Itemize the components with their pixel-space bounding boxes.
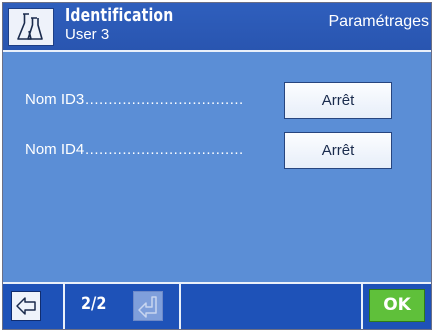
- footer-divider: [179, 284, 181, 329]
- setting-row-id4: Nom ID4 ................................…: [3, 132, 431, 172]
- section-label: Paramétrages: [328, 13, 430, 30]
- ok-button[interactable]: OK: [369, 289, 425, 322]
- arrow-left-icon: [16, 297, 36, 315]
- page-indicator: 2/2: [81, 294, 107, 314]
- id3-value-button[interactable]: Arrêt: [284, 82, 392, 119]
- user-name: User 3: [65, 26, 110, 43]
- header-bar: Identification User 3 Paramétrages: [3, 3, 431, 52]
- screen-frame: Identification User 3 Paramétrages Nom I…: [2, 2, 432, 330]
- next-button[interactable]: [133, 291, 163, 321]
- setting-label-id3: Nom ID3: [25, 91, 85, 108]
- footer-bar: 2/2 OK: [3, 282, 431, 329]
- footer-divider: [63, 284, 65, 329]
- page-title: Identification: [65, 5, 174, 26]
- back-button[interactable]: [11, 291, 41, 321]
- footer-divider: [361, 284, 363, 329]
- settings-list: Nom ID3 ................................…: [3, 52, 431, 282]
- leader-dots: ..................................: [85, 91, 244, 108]
- id4-value-button[interactable]: Arrêt: [284, 132, 392, 169]
- leader-dots: ..................................: [85, 141, 244, 158]
- setting-label-id4: Nom ID4: [25, 141, 85, 158]
- flasks-icon[interactable]: [8, 8, 54, 46]
- setting-row-id3: Nom ID3 ................................…: [3, 82, 431, 122]
- arrow-down-left-icon: [138, 296, 157, 318]
